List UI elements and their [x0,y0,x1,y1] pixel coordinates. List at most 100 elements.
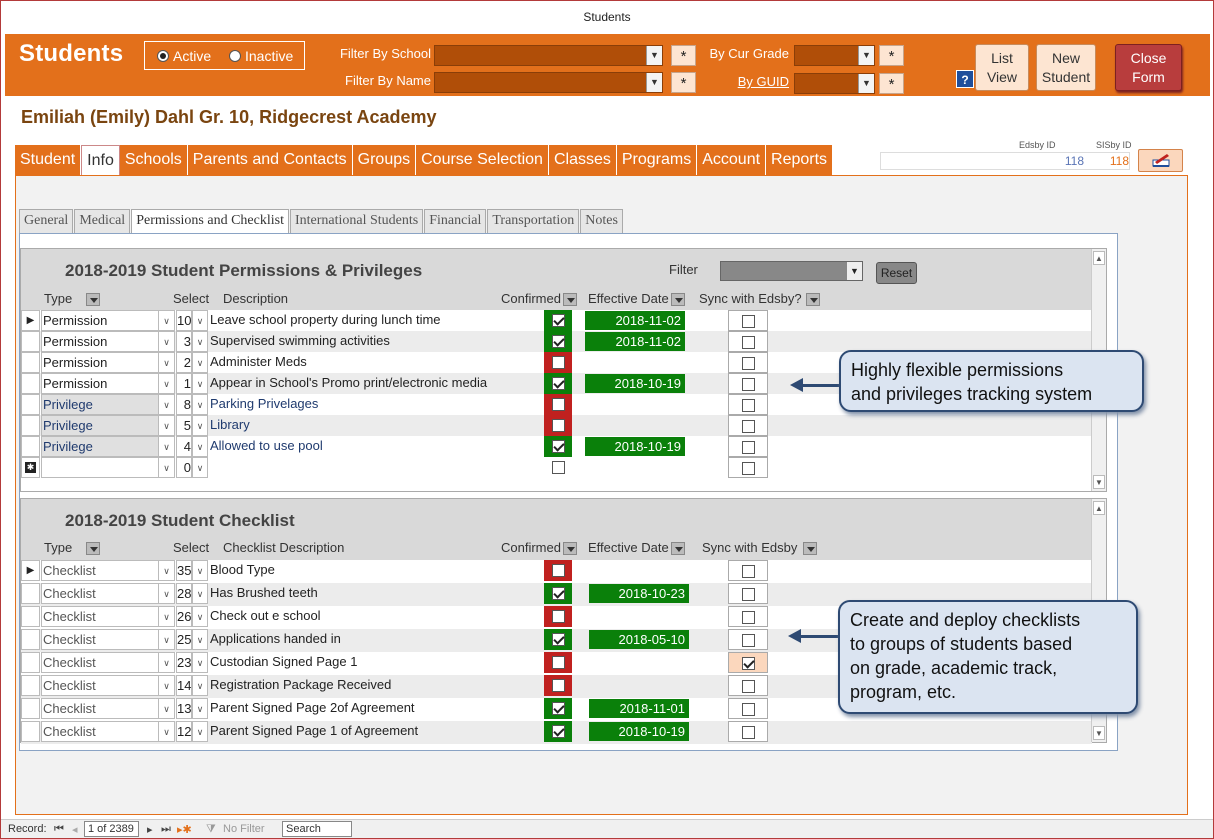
chevron-down-icon[interactable]: ▼ [846,262,862,280]
scroll-down-icon[interactable]: ▼ [1093,475,1105,489]
help-button[interactable]: ? [956,70,974,88]
chevron-down-icon[interactable]: ∨ [158,560,175,581]
type-cell[interactable]: Checklist [41,698,175,719]
record-selector[interactable] [21,352,40,373]
table-row[interactable]: Privilege ∨ 4 ∨ Allowed to use pool 2018-10-1… [21,436,1092,457]
new-record-icon[interactable]: ✱ [21,457,40,478]
sync-checkbox[interactable] [741,680,755,693]
chevron-down-icon[interactable]: ∨ [192,436,208,457]
record-selector[interactable] [21,629,40,650]
table-row[interactable]: Privilege ∨ 5 ∨ Library [21,415,1092,436]
record-selector[interactable] [21,373,40,394]
guid-link[interactable]: By GUID [705,74,789,89]
type-cell[interactable]: Permission [41,331,175,352]
confirmed-cell[interactable] [544,629,572,650]
sync-cell[interactable] [728,373,768,394]
type-cell[interactable]: Checklist [41,652,175,673]
chevron-down-icon[interactable]: ∨ [192,373,208,394]
sync-checkbox[interactable] [741,399,755,412]
record-selector[interactable] [21,698,40,719]
select-number[interactable]: 14 [176,675,192,696]
sync-checkbox[interactable] [741,357,755,370]
radio-active[interactable]: Active [157,48,211,64]
close-form-button[interactable]: Close Form [1115,44,1182,91]
confirmed-checkbox[interactable] [551,587,565,600]
confirmed-cell[interactable] [544,652,572,673]
subtab-general[interactable]: General [19,209,74,233]
confirmed-checkbox[interactable] [551,656,565,669]
sort-icon[interactable] [805,293,820,307]
sort-icon[interactable] [670,542,685,556]
chevron-down-icon[interactable]: ∨ [192,583,208,604]
confirmed-cell[interactable] [544,310,572,331]
sync-checkbox[interactable] [741,726,755,739]
sync-cell[interactable] [728,721,768,742]
reset-button[interactable]: Reset [876,262,917,284]
chevron-down-icon[interactable]: ▼ [646,73,662,92]
sync-checkbox[interactable] [741,588,755,601]
sync-cell[interactable] [728,652,768,673]
type-cell[interactable]: Checklist [41,583,175,604]
select-number[interactable]: 23 [176,652,192,673]
chevron-down-icon[interactable]: ∨ [192,606,208,627]
radio-inactive[interactable]: Inactive [229,48,293,64]
chevron-down-icon[interactable]: ∨ [158,373,175,394]
tab-reports[interactable]: Reports [766,145,834,175]
guid-combo[interactable]: ▼ [794,73,875,94]
sort-icon[interactable] [85,542,100,556]
record-selector[interactable]: ▶ [21,310,40,331]
chevron-down-icon[interactable]: ▼ [858,74,874,93]
tab-info[interactable]: Info [81,145,120,175]
confirmed-cell[interactable] [544,352,572,373]
confirmed-checkbox[interactable] [551,314,565,327]
confirmed-cell[interactable] [544,457,572,478]
table-row[interactable]: Checklist ∨ 12 ∨ Parent Signed Page 1 of Agr… [21,721,1092,744]
select-number[interactable]: 5 [176,415,192,436]
chevron-down-icon[interactable]: ∨ [192,698,208,719]
chevron-down-icon[interactable]: ∨ [158,629,175,650]
tab-course-selection[interactable]: Course Selection [416,145,549,175]
chevron-down-icon[interactable]: ∨ [158,394,175,415]
filter-combo[interactable]: ▼ [720,261,863,281]
scroll-down-icon[interactable]: ▼ [1093,726,1105,740]
prev-record-icon[interactable]: ◂ [72,823,78,836]
type-cell[interactable]: Checklist [41,560,175,581]
select-number[interactable]: 10 [176,310,192,331]
confirmed-checkbox[interactable] [551,335,565,348]
filter-name-combo[interactable]: ▼ [434,72,663,93]
confirmed-cell[interactable] [544,698,572,719]
sync-cell[interactable] [728,606,768,627]
select-number[interactable]: 2 [176,352,192,373]
tab-student[interactable]: Student [15,145,82,175]
chevron-down-icon[interactable]: ∨ [158,721,175,742]
chevron-down-icon[interactable]: ∨ [158,583,175,604]
record-selector[interactable] [21,394,40,415]
confirmed-checkbox[interactable] [551,610,565,623]
new-student-button[interactable]: New Student [1036,44,1096,91]
record-selector[interactable] [21,721,40,742]
next-record-icon[interactable]: ▸ [147,823,153,836]
type-cell[interactable]: Checklist [41,606,175,627]
select-number[interactable]: 0 [176,457,192,478]
sort-icon[interactable] [85,293,100,307]
select-number[interactable]: 3 [176,331,192,352]
chevron-down-icon[interactable]: ∨ [192,352,208,373]
type-cell[interactable]: Permission [41,310,175,331]
type-cell[interactable]: Checklist [41,629,175,650]
select-number[interactable]: 28 [176,583,192,604]
sort-icon[interactable] [803,542,818,556]
tab-programs[interactable]: Programs [616,145,698,175]
type-cell[interactable]: Permission [41,373,175,394]
chevron-down-icon[interactable]: ∨ [192,675,208,696]
sync-checkbox[interactable] [741,634,755,647]
sync-checkbox[interactable] [741,441,755,454]
chevron-down-icon[interactable]: ∨ [158,698,175,719]
confirmed-checkbox[interactable] [551,398,565,411]
sync-cell[interactable] [728,310,768,331]
subtab-international-students[interactable]: International Students [289,209,424,233]
confirmed-cell[interactable] [544,560,572,581]
type-cell[interactable]: Privilege [41,415,175,436]
chevron-down-icon[interactable]: ∨ [192,721,208,742]
chevron-down-icon[interactable]: ∨ [192,331,208,352]
clear-name-button[interactable]: * [671,72,696,93]
